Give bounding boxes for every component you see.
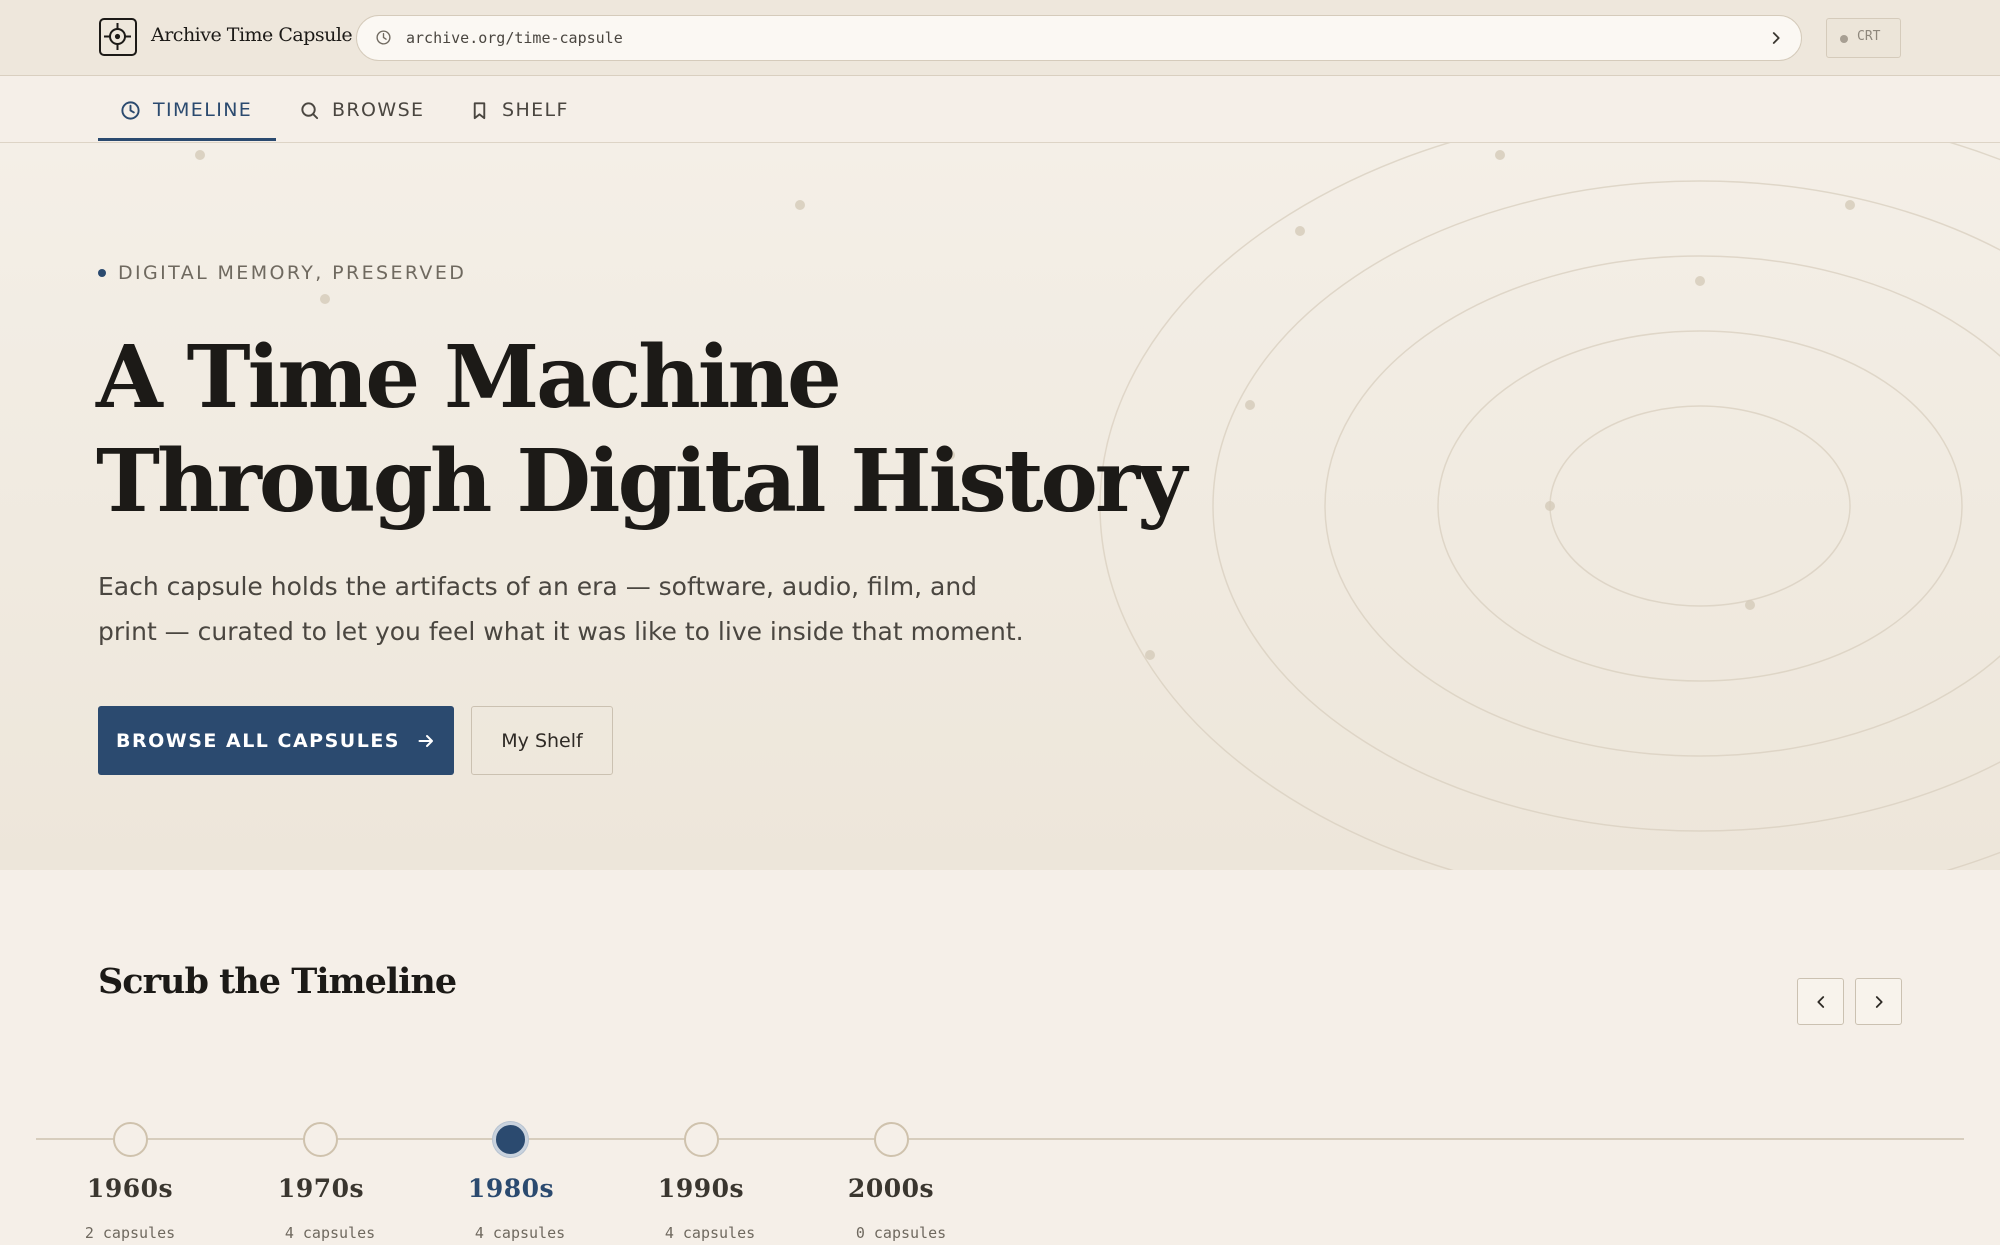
hero-title-line1: A Time Machine (96, 327, 842, 428)
capsule-count: 4 capsules (664, 1224, 756, 1242)
capsule-count: 2 capsules (84, 1224, 176, 1242)
crt-toggle-button[interactable]: CRT (1826, 18, 1901, 58)
chevron-right-icon (1875, 995, 1883, 1008)
address-bar[interactable]: archive.org/time-capsule (356, 15, 1802, 61)
arrow-right-icon (418, 734, 433, 747)
timeline-prev-button[interactable] (1797, 978, 1844, 1025)
eyebrow-text: DIGITAL MEMORY, PRESERVED (118, 262, 467, 284)
tab-label: TIMELINE (153, 99, 253, 121)
timeline-node-2000s[interactable] (874, 1122, 909, 1157)
capsule-count: 0 capsules (855, 1224, 947, 1242)
chevron-left-icon (1816, 995, 1824, 1008)
browse-all-capsules-button[interactable]: BROWSE ALL CAPSULES (98, 706, 454, 775)
decade-label[interactable]: 1970s (251, 1174, 391, 1203)
crt-label: CRT (1857, 29, 1881, 44)
chevron-right-icon[interactable] (1767, 29, 1785, 47)
capsule-count: 4 capsules (284, 1224, 376, 1242)
bookmark-icon (473, 101, 486, 119)
hero-section: DIGITAL MEMORY, PRESERVED A Time Machine… (0, 143, 2000, 870)
hero-title: A Time Machine Through Digital History (96, 326, 1196, 534)
decade-label[interactable]: 1980s (441, 1174, 581, 1203)
timeline-next-button[interactable] (1855, 978, 1902, 1025)
status-dot-icon (1840, 35, 1848, 43)
hero-eyebrow: DIGITAL MEMORY, PRESERVED (98, 262, 466, 284)
archive-logo-icon[interactable] (99, 18, 137, 56)
decade-label[interactable]: 1960s (60, 1174, 200, 1203)
capsule-count: 4 capsules (474, 1224, 566, 1242)
active-tab-indicator (98, 138, 276, 141)
clock-icon (376, 30, 391, 45)
hero-description: Each capsule holds the artifacts of an e… (98, 572, 1024, 646)
button-label: BROWSE ALL CAPSULES (116, 729, 400, 752)
url-text[interactable]: archive.org/time-capsule (406, 29, 623, 47)
tab-timeline[interactable]: TIMELINE (120, 77, 252, 143)
timeline-node-1960s[interactable] (113, 1122, 148, 1157)
timeline-node-1970s[interactable] (303, 1122, 338, 1157)
tab-browse[interactable]: BROWSE (299, 77, 424, 143)
timeline-node-1980s[interactable] (493, 1122, 528, 1157)
top-bar: Archive Time Capsule archive.org/time-ca… (0, 0, 2000, 76)
my-shelf-button[interactable]: My Shelf (471, 706, 613, 775)
timeline-title: Scrub the Timeline (98, 961, 457, 1002)
timeline-node-1990s[interactable] (684, 1122, 719, 1157)
decade-label[interactable]: 2000s (821, 1174, 961, 1203)
accent-dot-icon (98, 269, 106, 277)
tab-label: SHELF (502, 99, 569, 121)
brand-name[interactable]: Archive Time Capsule (151, 24, 353, 46)
tab-label: BROWSE (332, 99, 425, 121)
search-icon (301, 101, 319, 119)
tab-shelf[interactable]: SHELF (469, 77, 569, 143)
clock-icon (121, 100, 140, 120)
hero-title-line2: Through Digital History (96, 431, 1187, 532)
decade-label[interactable]: 1990s (631, 1174, 771, 1203)
main-nav: TIMELINE BROWSE SHELF (0, 77, 2000, 143)
